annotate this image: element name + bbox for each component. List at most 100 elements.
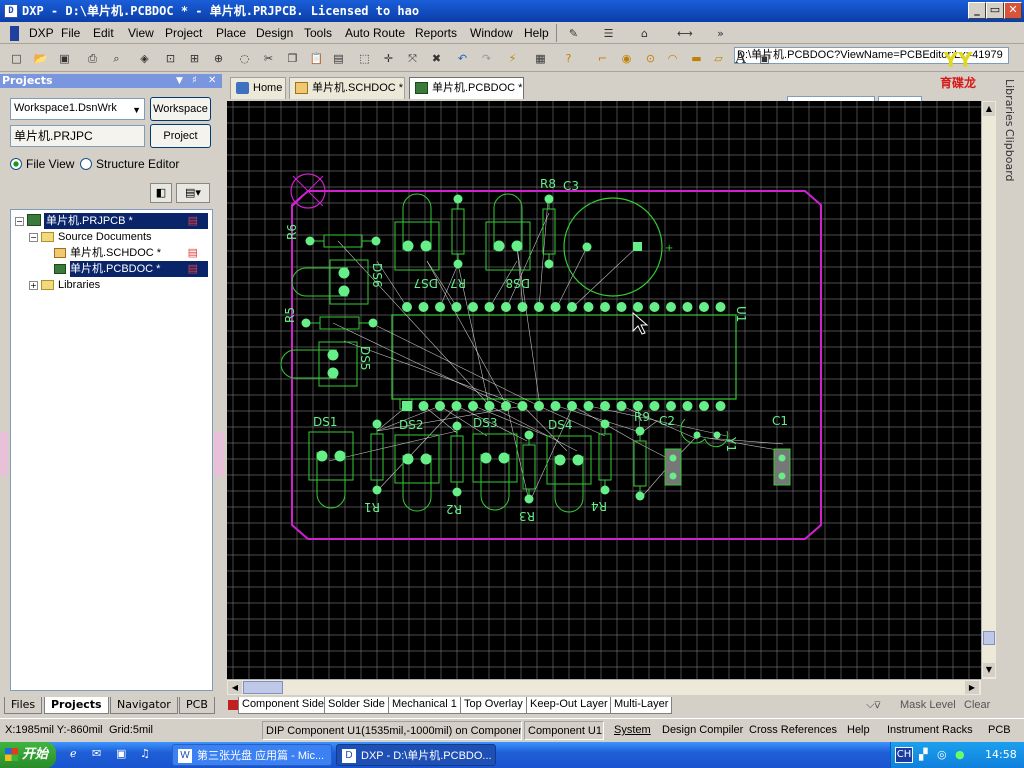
design-compiler-button[interactable]: Design Compiler (662, 722, 743, 740)
rubber-stamp-icon[interactable]: ▤ (330, 50, 347, 67)
document-menu-icon[interactable]: ▤▾ (176, 183, 210, 203)
quicklaunch-desktop-icon[interactable]: ▣ (116, 747, 126, 760)
project-options-icon[interactable]: ◧ (150, 183, 172, 203)
tree-item-project[interactable]: 单片机.PRJPCB * ▤ (44, 213, 208, 229)
tab-schdoc[interactable]: 单片机.SCHDOC * (289, 77, 405, 99)
new-icon[interactable]: □ (8, 50, 25, 67)
menu-dxp[interactable]: DXP (26, 25, 57, 42)
vertical-scrollbar[interactable]: ▲ ▼ (981, 101, 996, 679)
redo-icon[interactable]: ↷ (478, 50, 495, 67)
open-project-icon[interactable]: ◈ (136, 50, 153, 67)
menu-edit[interactable]: Edit (90, 25, 117, 42)
quicklaunch-outlook-icon[interactable]: ✉ (92, 747, 101, 760)
project-button[interactable]: Project (150, 124, 211, 148)
file-view-radio[interactable] (10, 158, 22, 170)
open-icon[interactable]: 📂 (32, 50, 49, 67)
task-word[interactable]: W 第三张光盘 应用篇 - Mic... (172, 744, 332, 766)
quicklaunch-media-icon[interactable]: ♫ (140, 747, 150, 760)
clear-button[interactable]: Clear (964, 697, 990, 715)
tab-pcb[interactable]: PCB (179, 697, 215, 714)
panel-close-icon[interactable]: ✕ (208, 74, 216, 88)
clipboard-dock-tab[interactable]: Clipboard (1003, 129, 1016, 182)
layer-tab-solder-side[interactable]: Solder Side (324, 697, 389, 714)
collapse-project-icon[interactable]: − (15, 217, 24, 226)
maximize-button[interactable]: ▭ (986, 2, 1004, 19)
tab-projects[interactable]: Projects (44, 697, 109, 714)
clear-filter-icon[interactable]: ✖ (428, 50, 445, 67)
browse-library-icon[interactable]: ▦ (532, 50, 549, 67)
menu-project[interactable]: Project (162, 25, 205, 42)
save-icon[interactable]: ▣ (56, 50, 73, 67)
zoom-selected-icon[interactable]: ⊕ (210, 50, 227, 67)
close-button[interactable]: ✕ (1004, 2, 1022, 19)
print-icon[interactable]: ⎙ (84, 50, 101, 67)
security-icon[interactable]: ● (955, 742, 965, 768)
help-tool-icon[interactable]: ? (560, 50, 577, 67)
scroll-up-icon[interactable]: ▲ (983, 102, 995, 116)
zoom-area-icon[interactable]: ⊞ (186, 50, 203, 67)
structure-editor-radio[interactable] (80, 158, 92, 170)
layer-filter-icon[interactable]: ⌵⊽ (866, 697, 881, 715)
quicklaunch-ie-icon[interactable]: ℯ (70, 747, 77, 760)
copy-icon[interactable]: ❐ (284, 50, 301, 67)
minimize-button[interactable]: _ (968, 2, 986, 19)
instrument-racks-button[interactable]: Instrument Racks (887, 722, 973, 740)
cross-references-button[interactable]: Cross References (749, 722, 837, 740)
libraries-dock-tab[interactable]: Libraries (1003, 79, 1016, 127)
pcb-button[interactable]: PCB (988, 722, 1011, 740)
tab-files[interactable]: Files (4, 697, 43, 714)
tab-home[interactable]: Home (230, 77, 286, 99)
print-preview-icon[interactable]: ⌕ (108, 50, 125, 67)
more-tools-icon[interactable]: » (712, 25, 729, 42)
network-icon[interactable]: ◎ (937, 742, 947, 768)
tree-item-schdoc[interactable]: 单片机.SCHDOC * ▤ (70, 245, 208, 261)
pin-icon[interactable]: ♯ (192, 74, 197, 88)
tab-pcbdoc[interactable]: 单片机.PCBDOC * (409, 77, 524, 99)
menu-view[interactable]: View (125, 25, 157, 42)
cut-icon[interactable]: ✂ (260, 50, 277, 67)
layer-tab-mechanical-1[interactable]: Mechanical 1 (388, 697, 461, 714)
horizontal-scrollbar[interactable]: ◀ ▶ (227, 679, 981, 695)
tree-item-pcbdoc[interactable]: 单片机.PCBDOC * ▤ (70, 261, 208, 277)
expand-libraries-icon[interactable]: + (29, 281, 38, 290)
menu-help[interactable]: Help (521, 25, 552, 42)
start-button[interactable]: 开始 (0, 742, 56, 768)
workspace-button[interactable]: Workspace (150, 97, 211, 121)
place-pad-icon[interactable]: ◉ (618, 50, 635, 67)
pcb-canvas[interactable]: + R8 C3 R6 DS6 DS7 R7 DS8 U1 R5 DS5 DS1 DS2 DS3 DS4 R9 C… (227, 101, 981, 679)
layer-tab-top-overlay[interactable]: Top Overlay (460, 697, 527, 714)
collapse-source-icon[interactable]: − (29, 233, 38, 242)
undo-icon[interactable]: ↶ (454, 50, 471, 67)
tab-navigator[interactable]: Navigator (110, 697, 178, 714)
zoom-fit-icon[interactable]: ⊡ (162, 50, 179, 67)
ime-icon[interactable]: ▞ (919, 742, 927, 768)
deselect-icon[interactable]: ⤧ (404, 50, 421, 67)
vertical-thumb[interactable] (983, 631, 995, 645)
place-polygon-icon[interactable]: ▱ (710, 50, 727, 67)
menu-place[interactable]: Place (213, 25, 249, 42)
place-string-icon[interactable]: A (732, 50, 749, 67)
dxp-icon[interactable]: D (4, 4, 18, 18)
move-icon[interactable]: ✛ (380, 50, 397, 67)
language-indicator[interactable]: CH (895, 747, 913, 763)
layer-tab-multi-layer[interactable]: Multi-Layer (610, 697, 673, 714)
task-dxp[interactable]: D DXP - D:\单片机.PCBDO... (336, 744, 496, 766)
layer-tab-component-side[interactable]: Component Side (238, 697, 328, 714)
place-fill-icon[interactable]: ▬ (688, 50, 705, 67)
workspace-combo[interactable]: Workspace1.DsnWrk ▼ (10, 98, 145, 120)
place-arc-icon[interactable]: ◠ (664, 50, 681, 67)
menu-design[interactable]: Design (253, 25, 296, 42)
panel-menu-icon[interactable]: ▼ (176, 74, 183, 88)
menu-reports[interactable]: Reports (412, 25, 460, 42)
place-via-icon[interactable]: ⊙ (642, 50, 659, 67)
wiring-tool-icon[interactable]: ✎ (565, 25, 582, 42)
place-component-icon[interactable]: ▣ (756, 50, 773, 67)
scroll-right-icon[interactable]: ▶ (965, 681, 979, 694)
project-field[interactable]: 单片机.PRJPC (10, 125, 145, 147)
cross-probe-icon[interactable]: ⚡ (504, 50, 521, 67)
scroll-down-icon[interactable]: ▼ (983, 663, 995, 677)
scroll-left-icon[interactable]: ◀ (228, 681, 242, 694)
mask-level-button[interactable]: Mask Level (900, 697, 956, 715)
system-button[interactable]: System (614, 722, 651, 740)
menu-auto-route[interactable]: Auto Route (342, 25, 408, 42)
